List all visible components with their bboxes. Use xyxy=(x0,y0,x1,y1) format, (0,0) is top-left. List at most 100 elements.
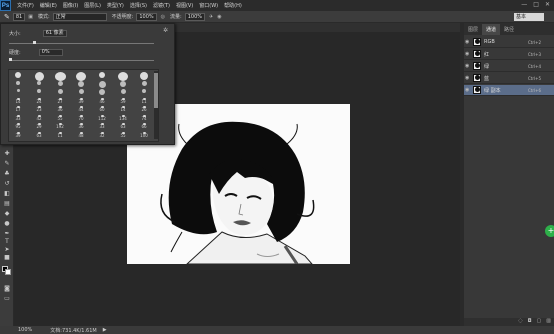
channel-row-rgb[interactable]: ◉ RGB Ctrl+2 xyxy=(464,37,554,48)
eye-icon[interactable]: ◉ xyxy=(465,75,471,81)
eye-icon[interactable]: ◉ xyxy=(465,39,471,45)
status-bar: 100% 文档:731.4K/1.61M ▶ xyxy=(0,326,554,334)
history-brush-icon[interactable]: ↺ xyxy=(3,180,11,188)
brush-size-label: 112 xyxy=(98,115,106,121)
status-arrow-icon[interactable]: ▶ xyxy=(103,327,107,333)
brush-tip-preview xyxy=(37,80,41,85)
hardness-field[interactable]: 0% xyxy=(38,49,63,56)
gear-icon[interactable]: ✲ xyxy=(163,27,168,34)
menu-layer[interactable]: 图层(L) xyxy=(84,2,101,9)
eye-icon[interactable]: ◉ xyxy=(465,63,471,69)
channel-row-green-copy[interactable]: ◉ 绿 副本 Ctrl+6 xyxy=(464,85,554,96)
size-slider[interactable] xyxy=(9,43,154,44)
flow-field[interactable]: 100% xyxy=(184,12,206,21)
floating-add-button[interactable]: + xyxy=(545,225,554,237)
menu-window[interactable]: 窗口(W) xyxy=(199,2,218,9)
gradient-icon[interactable]: ▤ xyxy=(3,200,11,208)
eye-icon[interactable]: ◉ xyxy=(465,87,471,93)
opacity-label: 不透明度: xyxy=(111,14,134,20)
brush-panel-toggle-icon[interactable]: ▣ xyxy=(28,14,33,20)
new-channel-icon[interactable]: ▢ xyxy=(537,318,542,326)
eye-icon[interactable]: ◉ xyxy=(465,51,471,57)
channel-thumbnail xyxy=(473,38,481,46)
pen-icon[interactable]: ✒ xyxy=(3,230,11,238)
brush-tool-icon[interactable]: ✎ xyxy=(4,13,10,21)
eraser-icon[interactable]: ◧ xyxy=(3,190,11,198)
brush-size-label: 11 xyxy=(141,98,147,104)
channel-row-green[interactable]: ◉ 绿 Ctrl+4 xyxy=(464,61,554,72)
brush-preset-tile[interactable]: 100 xyxy=(137,131,151,141)
brush-preset-tile[interactable]: 39 xyxy=(11,131,25,141)
menu-select[interactable]: 选择(S) xyxy=(130,2,147,9)
brush-size-label: 14 xyxy=(15,98,21,104)
menu-view[interactable]: 视图(V) xyxy=(176,2,193,9)
brush-size-label: 192 xyxy=(56,124,64,129)
tab-paths[interactable]: 路径 xyxy=(500,24,518,35)
brush-tip-preview xyxy=(98,80,106,88)
menu-help[interactable]: 帮助(H) xyxy=(224,2,242,9)
brush-tip-preview xyxy=(37,89,41,93)
menu-edit[interactable]: 编辑(E) xyxy=(40,2,57,9)
brush-tip-preview xyxy=(78,80,84,87)
maximize-icon[interactable]: □ xyxy=(533,1,539,8)
channels-panel: 图层 通道 路径 ◉ RGB Ctrl+2 ◉ 红 Ctrl+3 ◉ 绿 Ctr… xyxy=(464,23,554,326)
brush-grid-scrollbar[interactable] xyxy=(154,71,158,139)
hardness-slider-handle[interactable] xyxy=(9,58,12,61)
channel-row-red[interactable]: ◉ 红 Ctrl+3 xyxy=(464,49,554,60)
spot-healing-icon[interactable]: ✚ xyxy=(3,150,11,158)
mode-select[interactable]: 正常 xyxy=(52,12,107,21)
minimize-icon[interactable]: — xyxy=(521,1,527,8)
channel-row-blue[interactable]: ◉ 蓝 Ctrl+5 xyxy=(464,73,554,84)
load-selection-icon[interactable]: ◌ xyxy=(518,318,522,326)
menu-file[interactable]: 文件(F) xyxy=(17,2,34,9)
brush-tip-preview xyxy=(15,72,21,78)
quick-mask-icon[interactable]: ◙ xyxy=(3,285,11,293)
type-icon[interactable]: T xyxy=(3,238,11,246)
close-icon[interactable]: ✕ xyxy=(545,1,550,8)
brush-icon[interactable]: ✎ xyxy=(3,160,11,168)
tab-channels[interactable]: 通道 xyxy=(482,24,501,35)
save-selection-icon[interactable]: ◘ xyxy=(528,318,532,326)
brush-preset-tile[interactable]: 32 xyxy=(95,131,109,141)
hardness-slider[interactable] xyxy=(9,60,154,61)
hardness-value: 0% xyxy=(41,49,50,55)
screen-mode-icon[interactable]: ▭ xyxy=(3,295,11,303)
tab-layers[interactable]: 图层 xyxy=(464,24,482,35)
workspace-select[interactable]: 基本 xyxy=(514,13,544,21)
brush-preset-tile[interactable]: 11 xyxy=(53,131,67,141)
size-field[interactable]: 61 像素 xyxy=(42,30,67,37)
channel-name: 绿 副本 xyxy=(484,87,501,94)
pressure-opacity-icon[interactable]: ◎ xyxy=(161,14,165,20)
brush-preset-tile[interactable]: 63 xyxy=(32,131,46,141)
brush-preset-tile[interactable]: 55 xyxy=(116,131,130,141)
menu-bar: Ps 文件(F) 编辑(E) 图像(I) 图层(L) 类型(Y) 选择(S) 滤… xyxy=(0,0,554,11)
trash-icon[interactable]: ▥ xyxy=(546,318,551,326)
brush-size-label: 46 xyxy=(99,98,105,104)
size-slider-handle[interactable] xyxy=(33,41,36,44)
clone-stamp-icon[interactable]: ♣ xyxy=(3,170,11,178)
menu-image[interactable]: 图像(I) xyxy=(63,2,78,9)
size-label: 大小: xyxy=(9,31,21,37)
opacity-field[interactable]: 100% xyxy=(136,12,157,21)
brush-size-label: 55 xyxy=(57,115,63,121)
photoshop-logo: Ps xyxy=(0,0,11,11)
channel-thumbnail xyxy=(473,62,481,70)
channel-shortcut: Ctrl+2 xyxy=(528,39,542,45)
pressure-size-icon[interactable]: ◉ xyxy=(217,14,221,20)
path-select-icon[interactable]: ➤ xyxy=(3,246,11,254)
mode-label: 模式: xyxy=(37,14,50,20)
brush-size-picker[interactable]: 81 xyxy=(12,12,26,21)
zoom-level[interactable]: 100% xyxy=(18,327,32,333)
brush-size-label: 74 xyxy=(141,115,147,121)
dodge-icon[interactable]: ● xyxy=(3,220,11,228)
menu-type[interactable]: 类型(Y) xyxy=(107,2,124,9)
brush-preset-tile[interactable]: 48 xyxy=(74,131,88,141)
shape-icon[interactable]: ■ xyxy=(3,254,11,262)
background-color-swatch[interactable] xyxy=(5,269,11,275)
menu-filter[interactable]: 滤镜(T) xyxy=(153,2,170,9)
brush-size-label: 17 xyxy=(15,107,21,112)
scrollbar-thumb[interactable] xyxy=(154,73,158,108)
brush-size-label: 36 xyxy=(78,124,84,129)
blur-icon[interactable]: ◆ xyxy=(3,210,11,218)
airbrush-icon[interactable]: ✈ xyxy=(209,14,213,20)
